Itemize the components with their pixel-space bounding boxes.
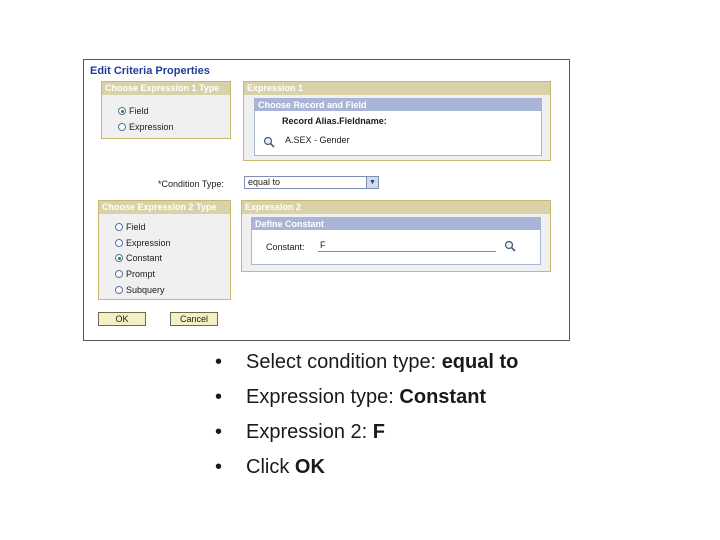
list-item: • Expression 2: F xyxy=(215,415,518,450)
choose-record-field-header: Choose Record and Field xyxy=(255,99,541,111)
radio-icon xyxy=(115,223,123,231)
radio-selected-icon xyxy=(115,254,123,262)
radio-icon xyxy=(115,286,123,294)
condition-type-label: *Condition Type: xyxy=(158,179,224,189)
record-alias-label: Record Alias.Fieldname: xyxy=(282,116,387,126)
condition-type-value: equal to xyxy=(248,177,281,187)
radio-selected-icon xyxy=(118,107,126,115)
expr2-radio-field[interactable]: Field xyxy=(115,222,146,232)
radio-icon xyxy=(115,239,123,247)
expr2-radio-constant[interactable]: Constant xyxy=(115,253,162,263)
cancel-button[interactable]: Cancel xyxy=(170,312,218,326)
expr2-radio-prompt[interactable]: Prompt xyxy=(115,269,155,279)
radio-icon xyxy=(118,123,126,131)
search-icon[interactable] xyxy=(263,136,275,148)
constant-label: Constant: xyxy=(266,242,305,252)
expr1-type-group: Choose Expression 1 Type Field Expressio… xyxy=(101,81,231,139)
expr1-radio-expression[interactable]: Expression xyxy=(118,122,174,132)
expr1-type-header: Choose Expression 1 Type xyxy=(102,82,230,95)
chevron-down-icon[interactable]: ▼ xyxy=(366,177,378,188)
define-constant-header: Define Constant xyxy=(252,218,540,230)
expr2-type-group: Choose Expression 2 Type Field Expressio… xyxy=(98,200,231,300)
define-constant-box: Define Constant Constant: F xyxy=(251,217,541,265)
expr2-type-header: Choose Expression 2 Type xyxy=(99,201,230,214)
edit-criteria-dialog: Edit Criteria Properties Choose Expressi… xyxy=(83,59,570,341)
instruction-list: • Select condition type: equal to • Expres… xyxy=(215,345,518,485)
expression2-header: Expression 2 xyxy=(242,201,550,214)
radio-icon xyxy=(115,270,123,278)
dialog-title: Edit Criteria Properties xyxy=(90,65,210,77)
expr2-radio-expression[interactable]: Expression xyxy=(115,238,171,248)
constant-input[interactable]: F xyxy=(318,240,496,252)
bullet-icon: • xyxy=(215,456,223,478)
choose-record-field-box: Choose Record and Field Record Alias.Fie… xyxy=(254,98,542,156)
bullet-icon: • xyxy=(215,386,223,408)
list-item: • Click OK xyxy=(215,450,518,485)
bullet-icon: • xyxy=(215,421,223,443)
expression1-group: Expression 1 Choose Record and Field Rec… xyxy=(243,81,551,161)
bullet-icon: • xyxy=(215,351,223,373)
search-icon[interactable] xyxy=(504,240,516,252)
expression1-header: Expression 1 xyxy=(244,82,550,95)
expr2-radio-subquery[interactable]: Subquery xyxy=(115,285,165,295)
record-field-value: A.SEX - Gender xyxy=(285,135,350,145)
condition-type-select[interactable]: equal to ▼ xyxy=(244,176,379,189)
list-item: • Expression type: Constant xyxy=(215,380,518,415)
expr1-radio-field[interactable]: Field xyxy=(118,106,149,116)
ok-button[interactable]: OK xyxy=(98,312,146,326)
expression2-group: Expression 2 Define Constant Constant: F xyxy=(241,200,551,272)
list-item: • Select condition type: equal to xyxy=(215,345,518,380)
